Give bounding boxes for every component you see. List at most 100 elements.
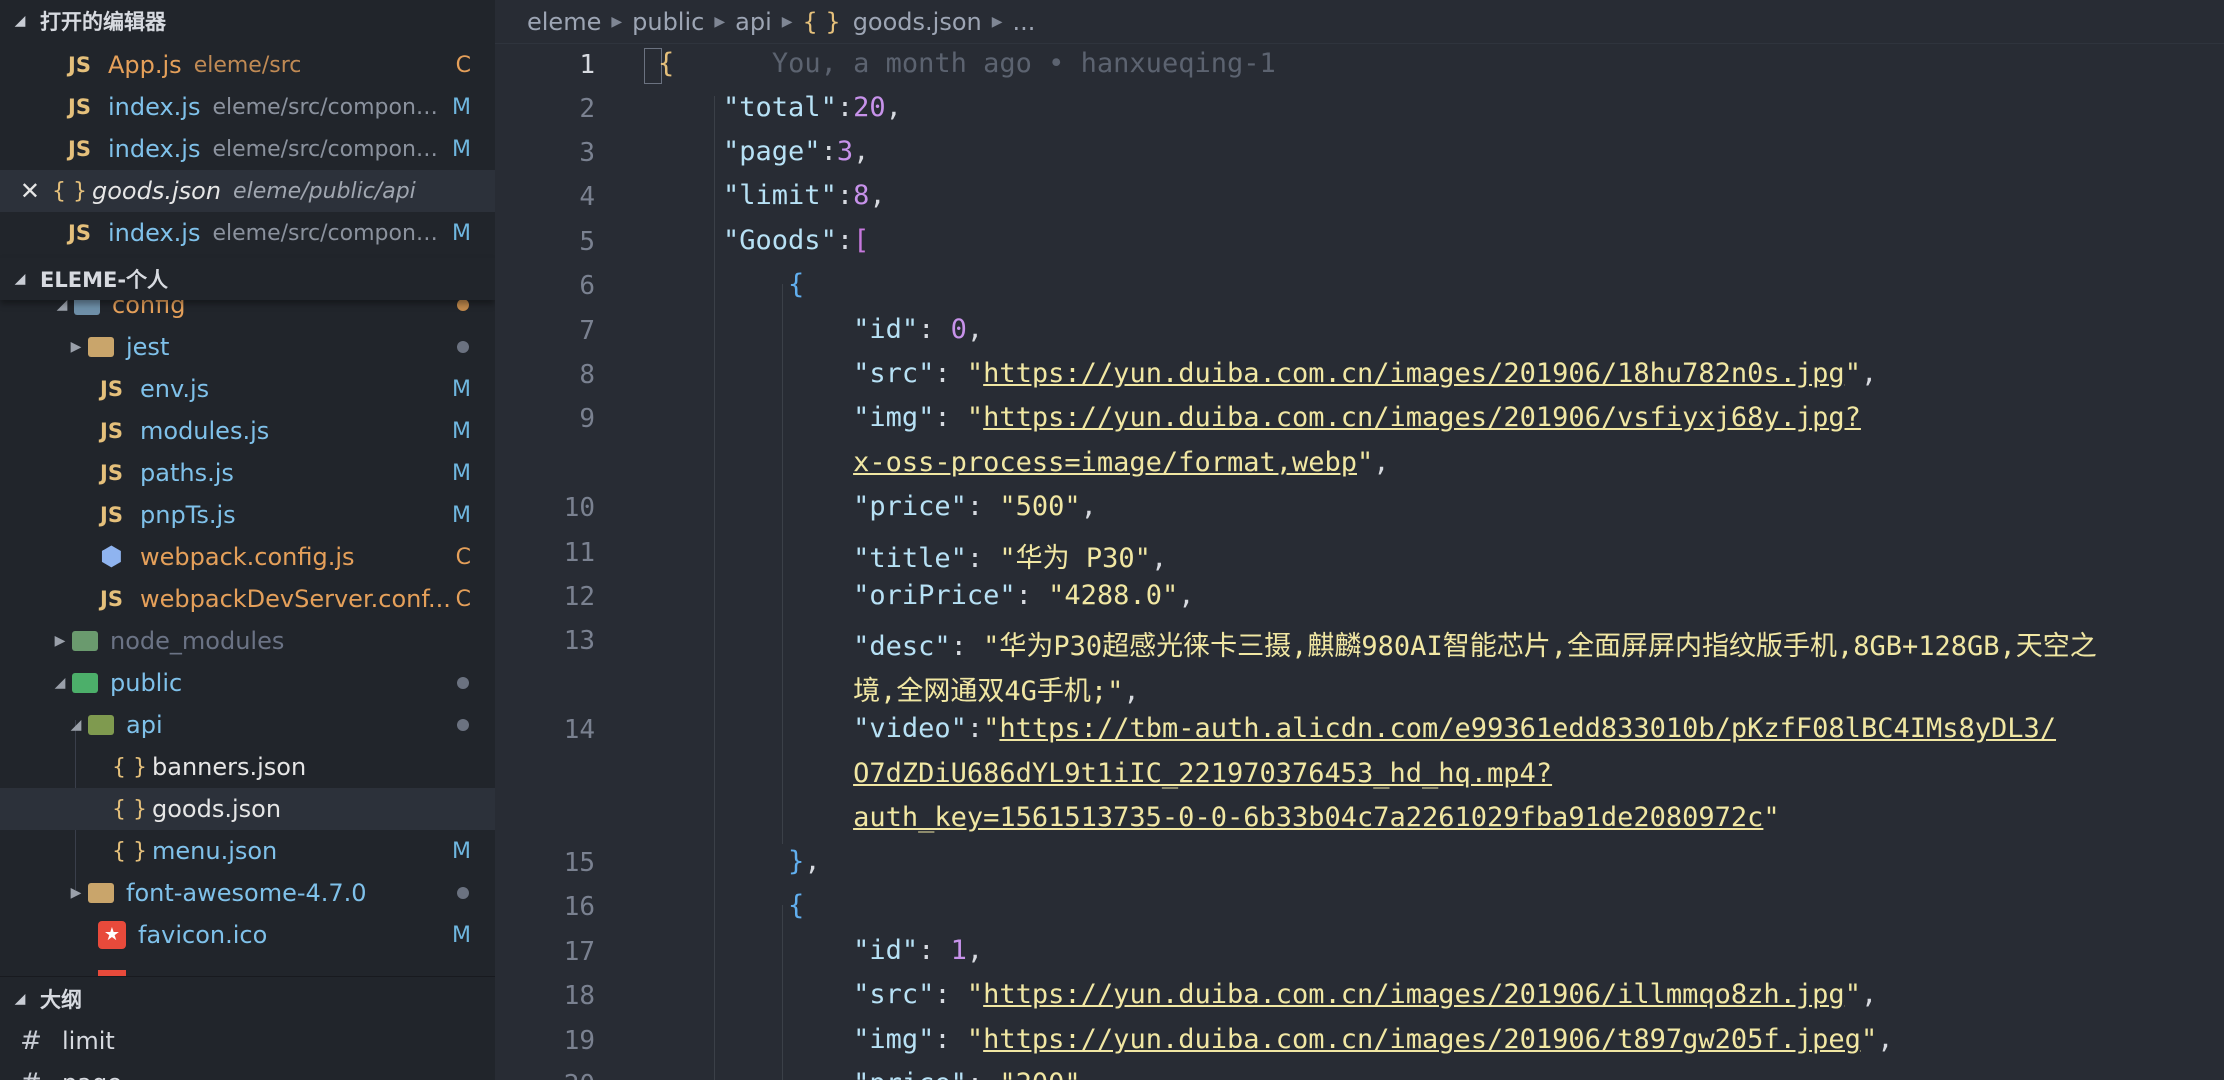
tree-item-pnpts-js[interactable]: JS pnpTs.js M <box>0 494 495 536</box>
code-line: "limit":8, <box>723 180 886 211</box>
tree-item-font-awesome[interactable]: ▶ font-awesome-4.7.0 <box>0 872 495 914</box>
open-editor-index-js-2[interactable]: JS index.js eleme/src/compone... M <box>0 128 495 170</box>
line-number: 8 <box>579 360 595 390</box>
file-name: index.js <box>108 93 201 121</box>
breadcrumb: eleme ▶ public ▶ api ▶ { } goods.json ▶ … <box>495 0 2224 44</box>
code-line: { You, a month ago • hanxueqing-1 <box>658 48 1276 79</box>
chevron-down-icon: ◢ <box>14 271 26 287</box>
code-line-wrap: x-oss-process=image/format,webp", <box>853 447 1390 478</box>
code-line: "img": "https://yun.duiba.com.cn/images/… <box>853 1024 1894 1055</box>
tree-item-modules-js[interactable]: JS modules.js M <box>0 410 495 452</box>
tree-item-label: api <box>126 711 163 739</box>
code-line: "video":"https://tbm-auth.alicdn.com/e99… <box>853 713 2057 744</box>
code-line: "desc": "华为P30超感光徕卡三摄,麒麟980AI智能芯片,全面屏屏内指… <box>853 631 2097 662</box>
line-number: 2 <box>579 94 595 124</box>
file-name: App.js <box>108 51 182 79</box>
line-number: 18 <box>563 981 595 1011</box>
tree-item-env-js[interactable]: JS env.js M <box>0 368 495 410</box>
file-path: eleme/public/api <box>233 178 416 204</box>
tree-item-label: node_modules <box>110 627 285 655</box>
line-number: 5 <box>579 227 595 257</box>
code-line-wrap: auth_key=1561513735-0-0-6b33b04c7a226102… <box>853 802 1780 833</box>
status-dot <box>457 719 469 731</box>
tree-item-label: font-awesome-4.7.0 <box>126 879 367 907</box>
status-badge: M <box>452 376 471 402</box>
code-line: "price": "500", <box>853 491 1097 522</box>
open-editor-index-js[interactable]: JS index.js eleme/src/compone... M <box>0 86 495 128</box>
js-file-icon: JS <box>68 53 91 77</box>
code-line-wrap: O7dZDiU686dYL9t1iIC_221970376453_hd_hq.m… <box>658 758 1552 789</box>
tree-item-public[interactable]: ◢ public <box>0 662 495 704</box>
line-number: 16 <box>563 892 595 922</box>
code-line: "id": 1, <box>853 935 984 966</box>
chevron-right-icon: ▶ <box>70 885 82 901</box>
tree-item-webpack-devserver[interactable]: JS webpackDevServer.conf... C <box>0 578 495 620</box>
status-badge: M <box>452 460 471 486</box>
url-link: https://yun.duiba.com.cn/images/201906/i… <box>983 979 1845 1010</box>
js-file-icon: JS <box>100 503 123 527</box>
tree-item-favicon[interactable]: ★ favicon.ico M <box>0 914 495 956</box>
tree-item-node-modules[interactable]: ▶ node_modules <box>0 620 495 662</box>
tree-item-label: banners.json <box>152 753 307 781</box>
outline-item-limit[interactable]: # limit <box>0 1020 495 1062</box>
line-number: 4 <box>579 182 595 212</box>
url-link: https://yun.duiba.com.cn/images/201906/1… <box>983 358 1845 389</box>
folder-icon <box>88 337 114 357</box>
status-badge: M <box>452 418 471 444</box>
file-name: index.js <box>108 219 201 247</box>
tree-item-banners-json[interactable]: { } banners.json <box>0 746 495 788</box>
open-editor-app-js[interactable]: JS App.js eleme/src C <box>0 44 495 86</box>
tree-item-webpack-config[interactable]: ⬢ webpack.config.js C <box>0 536 495 578</box>
tree-item-label: webpack.config.js <box>140 543 355 571</box>
line-number: 17 <box>563 937 595 967</box>
code-editor[interactable]: eleme ▶ public ▶ api ▶ { } goods.json ▶ … <box>495 0 2224 1080</box>
close-icon[interactable]: ✕ <box>0 177 40 205</box>
status-badge: M <box>452 136 471 162</box>
open-editors-header[interactable]: ◢ 打开的编辑器 <box>0 0 495 42</box>
tree-item-paths-js[interactable]: JS paths.js M <box>0 452 495 494</box>
breadcrumb-item[interactable]: ... <box>1013 8 1036 36</box>
tree-item-api[interactable]: ◢ api <box>0 704 495 746</box>
tree-item-goods-json[interactable]: { } goods.json <box>0 788 495 830</box>
breadcrumb-item[interactable]: eleme <box>527 8 601 36</box>
js-file-icon: JS <box>100 587 123 611</box>
status-badge: M <box>452 220 471 246</box>
url-link: https://yun.duiba.com.cn/images/201906/t… <box>983 1024 1861 1055</box>
breadcrumb-item[interactable]: api <box>735 8 772 36</box>
status-badge: M <box>452 94 471 120</box>
outline-item-page[interactable]: # page <box>0 1062 495 1080</box>
open-editor-index-js-3[interactable]: JS index.js eleme/src/compone... M <box>0 212 495 254</box>
js-file-icon: JS <box>68 137 91 161</box>
code-line: "src": "https://yun.duiba.com.cn/images/… <box>853 358 1878 389</box>
line-number: 7 <box>579 316 595 346</box>
chevron-right-icon: ▶ <box>611 13 623 30</box>
open-editor-goods-json[interactable]: ✕ { } goods.json eleme/public/api <box>0 170 495 212</box>
breadcrumb-item[interactable]: goods.json <box>853 8 982 36</box>
tree-item-jest[interactable]: ▶ jest <box>0 326 495 368</box>
status-badge: C <box>455 586 471 612</box>
tree-item-label: modules.js <box>140 417 270 445</box>
chevron-down-icon: ◢ <box>54 675 66 691</box>
chevron-right-icon: ▶ <box>714 13 726 30</box>
line-number: 10 <box>563 493 595 523</box>
js-file-icon: JS <box>100 377 123 401</box>
project-header[interactable]: ◢ ELEME-个人 <box>0 258 495 300</box>
line-number: 3 <box>579 138 595 168</box>
outline-header[interactable]: ◢ 大纲 <box>0 976 495 1021</box>
js-file-icon: JS <box>68 221 91 245</box>
json-file-icon: { } <box>52 178 87 204</box>
json-file-icon: { } <box>802 7 841 36</box>
explorer-sidebar: ◢ 打开的编辑器 JS App.js eleme/src C JS index.… <box>0 0 495 1080</box>
chevron-down-icon: ◢ <box>14 13 26 29</box>
code-line: "Goods":[ <box>723 225 870 256</box>
line-number: 6 <box>579 271 595 301</box>
status-badge: M <box>452 502 471 528</box>
tree-item-menu-json[interactable]: { } menu.json M <box>0 830 495 872</box>
breadcrumb-item[interactable]: public <box>632 8 704 36</box>
hash-icon: # <box>20 1026 42 1056</box>
node-folder-icon <box>72 631 98 651</box>
code-line: { <box>788 890 805 921</box>
chevron-right-icon: ▶ <box>991 13 1003 30</box>
tree-item-label: menu.json <box>152 837 278 865</box>
tree-item-label: env.js <box>140 375 210 403</box>
